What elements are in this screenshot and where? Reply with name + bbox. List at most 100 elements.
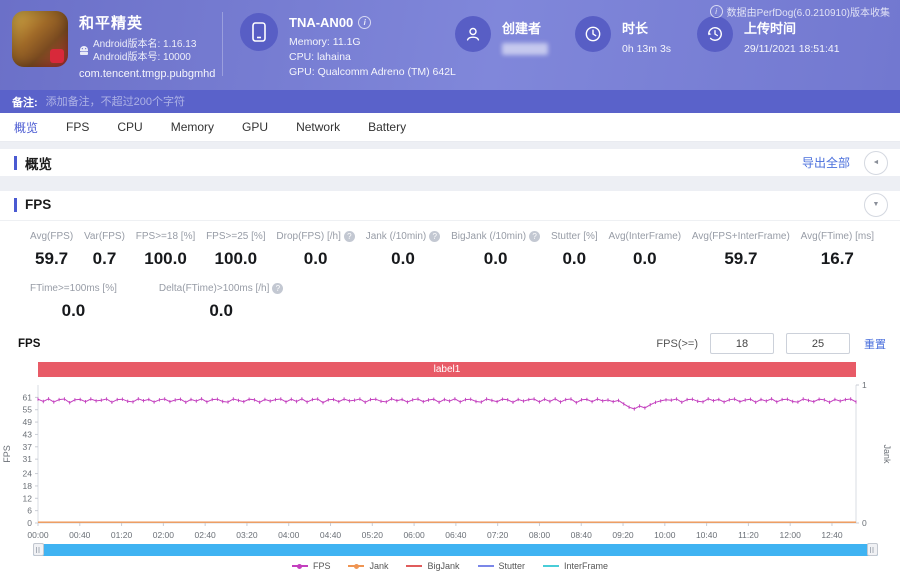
help-icon[interactable]: ?: [529, 231, 541, 242]
svg-text:09:20: 09:20: [612, 530, 634, 540]
stat-item: Avg(FPS+InterFrame) 59.7: [688, 231, 794, 269]
svg-text:FPS: FPS: [2, 445, 12, 463]
remark-label: 备注:: [12, 96, 38, 109]
svg-text:11:20: 11:20: [738, 530, 759, 540]
legend-item-jank[interactable]: Jank: [348, 561, 388, 571]
collected-note: i 数据由PerfDog(6.0.210910)版本收集: [709, 4, 890, 19]
stat-value: 0.0: [562, 249, 587, 268]
stat-item: FTime>=100ms [%] 0.0: [26, 283, 121, 321]
help-icon[interactable]: ?: [272, 283, 284, 294]
tab-6[interactable]: Battery: [368, 120, 406, 134]
svg-text:06:40: 06:40: [445, 530, 467, 540]
upload-block: 上传时间 29/11/2021 18:51:41: [697, 16, 840, 57]
device-info-icon[interactable]: i: [358, 16, 372, 29]
app-icon: [12, 11, 68, 67]
app-title: 和平精英: [79, 15, 144, 32]
user-icon: [455, 16, 491, 52]
fps-stats-row-2: FTime>=100ms [%] 0.0 Delta(FTime)>100ms [/…: [0, 269, 900, 321]
section-accent-bar: [14, 197, 17, 212]
stat-label: Avg(FPS): [30, 231, 74, 242]
device-cpu: CPU: lahaina: [289, 51, 351, 63]
legend-item-bigjank[interactable]: BigJank: [406, 561, 460, 571]
stat-item: Var(FPS) 0.7: [80, 231, 129, 269]
fps-threshold-label: FPS(>=): [656, 337, 698, 350]
legend-item-interframe[interactable]: InterFrame: [543, 561, 608, 571]
legend-item-stutter[interactable]: Stutter: [477, 561, 526, 571]
fps-section-header: FPS ▼: [0, 191, 900, 218]
svg-text:10:40: 10:40: [696, 530, 718, 540]
stat-label: Jank (/10min)?: [366, 231, 441, 242]
svg-text:03:20: 03:20: [236, 530, 258, 540]
creator-name-redacted: [502, 43, 548, 55]
collapse-down-button[interactable]: ▼: [864, 192, 888, 217]
chart-band-label: label1: [38, 362, 856, 377]
stat-item: Jank (/10min)? 0.0: [362, 231, 445, 269]
reset-button[interactable]: 重置: [864, 336, 886, 352]
svg-text:04:00: 04:00: [278, 530, 300, 540]
tab-3[interactable]: Memory: [171, 120, 214, 134]
stat-label: FPS>=25 [%]: [206, 231, 266, 242]
chart-header: FPS FPS(>=) 重置: [0, 321, 900, 358]
stat-value: 0.0: [483, 249, 508, 268]
stat-item: Drop(FPS) [/h]? 0.0: [272, 231, 358, 269]
help-icon[interactable]: ?: [429, 231, 441, 242]
svg-text:49: 49: [23, 417, 33, 427]
svg-text:37: 37: [23, 442, 33, 452]
remark-bar: 备注:: [0, 90, 900, 113]
stat-item: Avg(FTime) [ms] 16.7: [797, 231, 878, 269]
scrollbar-left-handle[interactable]: [33, 543, 44, 556]
stat-item: Avg(FPS) 59.7: [26, 231, 77, 269]
duration-label: 时长: [622, 21, 649, 36]
svg-text:06:00: 06:00: [403, 530, 425, 540]
svg-text:Jank: Jank: [882, 444, 892, 464]
collapse-left-button[interactable]: ◄: [864, 150, 888, 175]
fps-threshold-input-2[interactable]: [786, 333, 850, 354]
svg-text:24: 24: [23, 469, 33, 479]
stat-value: 0.0: [303, 249, 328, 268]
svg-text:6: 6: [27, 506, 32, 516]
chart-title: FPS: [18, 337, 41, 350]
stat-item: Avg(InterFrame) 0.0: [604, 231, 685, 269]
stat-value: 100.0: [144, 249, 187, 268]
help-icon[interactable]: ?: [343, 231, 355, 242]
info-icon: i: [709, 5, 723, 18]
stat-value: 0.0: [61, 301, 86, 320]
tab-2[interactable]: CPU: [117, 120, 142, 134]
stat-item: Delta(FTime)>100ms [/h]? 0.0: [155, 283, 288, 321]
stat-label: FTime>=100ms [%]: [30, 283, 117, 294]
legend-label: BigJank: [427, 561, 460, 571]
stat-value: 100.0: [214, 249, 258, 268]
chart-scrollbar[interactable]: [33, 543, 878, 556]
legend-label: FPS: [312, 561, 331, 571]
fps-stats-row-1: Avg(FPS) 59.7 Var(FPS) 0.7 FPS>=18 [%] 100.0 F…: [0, 221, 900, 269]
stat-item: Stutter [%] 0.0: [547, 231, 602, 269]
app-package: com.tencent.tmgp.pubgmhd: [79, 68, 216, 80]
tab-5[interactable]: Network: [296, 120, 340, 134]
tab-1[interactable]: FPS: [66, 120, 89, 134]
scrollbar-right-handle[interactable]: [867, 543, 878, 556]
stat-label: Avg(FPS+InterFrame): [691, 231, 790, 242]
app-version-block: Android版本名: 1.16.13 Android版本号: 10000: [79, 38, 215, 64]
legend-label: Jank: [369, 561, 389, 571]
legend-label: Stutter: [498, 561, 526, 571]
stat-item: BigJank (/10min)? 0.0: [447, 231, 544, 269]
svg-text:00:40: 00:40: [69, 530, 91, 540]
app-version-name: Android版本名: 1.16.13: [93, 39, 197, 50]
svg-text:00:00: 00:00: [27, 530, 49, 540]
svg-text:0: 0: [862, 518, 867, 528]
fps-threshold-input-1[interactable]: [710, 333, 774, 354]
svg-text:18: 18: [23, 481, 33, 491]
stat-label: Stutter [%]: [550, 231, 598, 242]
export-all-button[interactable]: 导出全部: [802, 154, 850, 171]
creator-block: 创建者: [455, 16, 548, 55]
tab-0[interactable]: 概览: [14, 119, 38, 136]
svg-text:01:20: 01:20: [111, 530, 133, 540]
phone-icon: [240, 13, 278, 51]
remark-input[interactable]: [43, 94, 368, 109]
stat-item: FPS>=25 [%] 100.0: [202, 231, 269, 269]
svg-text:05:20: 05:20: [362, 530, 384, 540]
tab-4[interactable]: GPU: [242, 120, 268, 134]
stat-value: 0.0: [391, 249, 415, 268]
stat-label: Var(FPS): [84, 231, 125, 242]
legend-item-fps[interactable]: FPS: [291, 561, 331, 571]
